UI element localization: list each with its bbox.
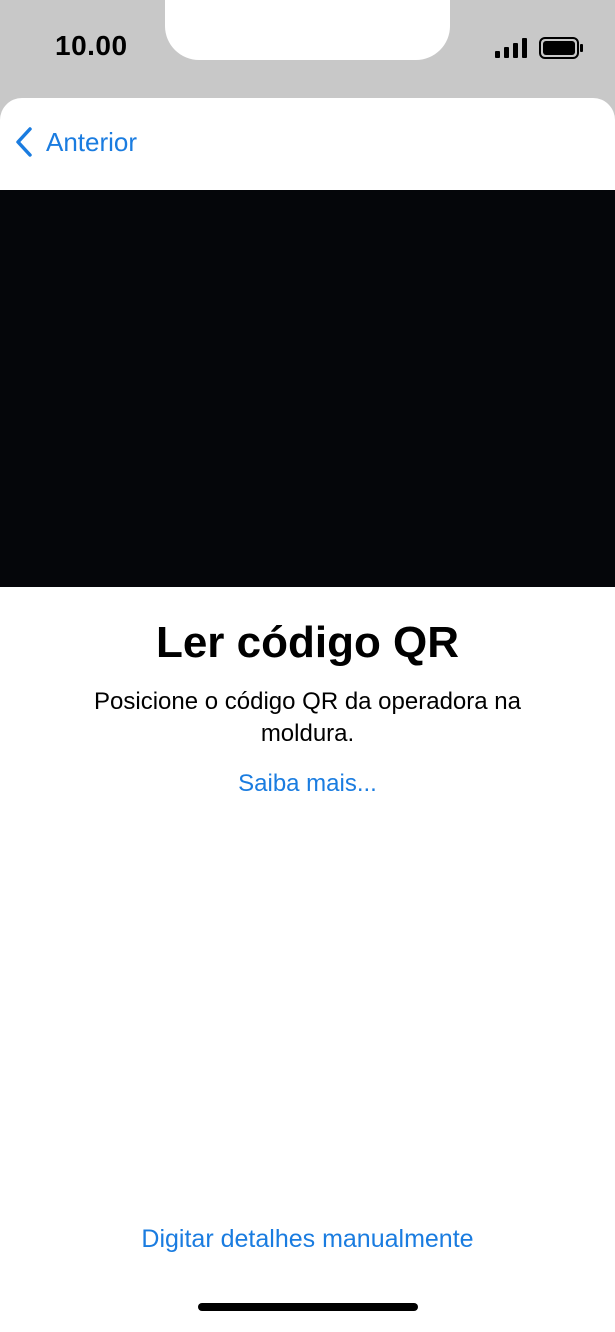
notch [165,0,450,60]
camera-viewfinder [0,190,615,587]
phone-screen: 10.00 Anterior Ler código QR Posicione o… [0,0,615,1332]
battery-icon [539,37,583,59]
back-button[interactable]: Anterior [14,126,137,158]
home-indicator[interactable] [198,1303,418,1311]
chevron-left-icon [16,127,32,157]
instruction-text: Posicione o código QR da operadora na mo… [94,688,521,747]
page-title: Ler código QR [155,618,460,667]
learn-more-link[interactable]: Saiba mais... [0,770,615,798]
status-icons [495,37,585,59]
cellular-signal-icon [495,38,527,58]
back-label: Anterior [46,126,138,157]
navigation-bar: Anterior [0,98,615,190]
scanner-sheet: Anterior Ler código QR Posicione o códig… [0,98,615,1332]
status-time: 10.00 [55,30,128,61]
enter-details-manually-link[interactable]: Digitar detalhes manualmente [0,1225,615,1254]
